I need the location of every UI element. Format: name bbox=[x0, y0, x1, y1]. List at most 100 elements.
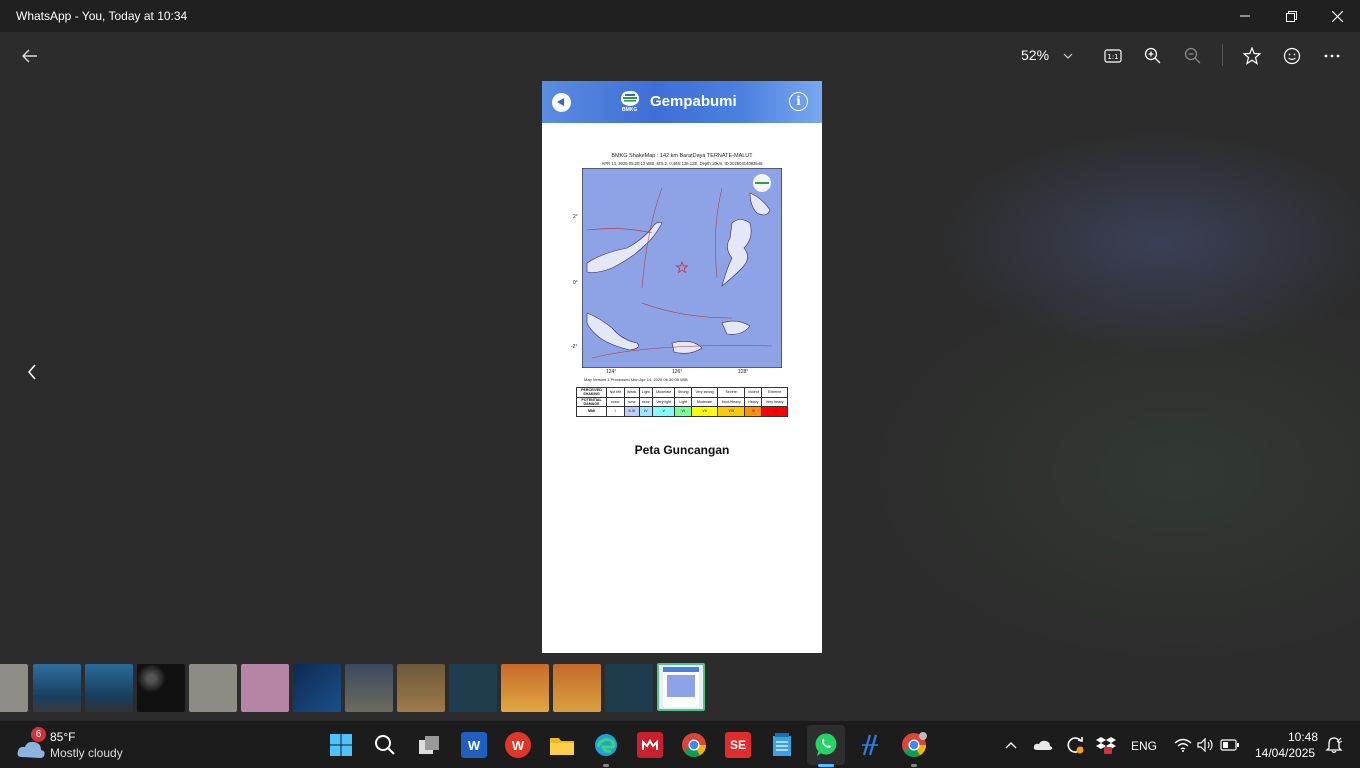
wps-app[interactable]: W bbox=[505, 732, 531, 758]
filmstrip-thumb[interactable] bbox=[345, 664, 393, 712]
notepad-app[interactable] bbox=[769, 732, 795, 758]
dropbox-tray[interactable] bbox=[1093, 732, 1119, 758]
mmi-cell: IX bbox=[744, 406, 763, 417]
mmi-cell: VIII bbox=[717, 406, 746, 417]
filmstrip-thumb[interactable] bbox=[397, 664, 445, 712]
battery-icon bbox=[1220, 739, 1239, 751]
whatsapp-icon bbox=[815, 733, 837, 756]
back-button[interactable] bbox=[18, 44, 42, 68]
filmstrip-thumb[interactable] bbox=[85, 664, 133, 712]
file-explorer-app[interactable] bbox=[549, 732, 575, 758]
running-indicator bbox=[603, 764, 609, 767]
language-indicator[interactable]: ENG bbox=[1131, 739, 1157, 753]
volume-tray[interactable] bbox=[1193, 732, 1219, 758]
folder-icon bbox=[550, 738, 574, 755]
clock-date[interactable]: 14/04/2025 bbox=[1255, 746, 1315, 760]
mmi-cell: Light bbox=[674, 396, 693, 407]
sync-tray[interactable] bbox=[1062, 732, 1088, 758]
zoom-out-button[interactable] bbox=[1181, 44, 1205, 68]
app-header: BMKG Gempabumi i bbox=[542, 81, 822, 123]
emoji-icon bbox=[1283, 47, 1301, 65]
mmi-legend-table: PERCEIVED SHAKING Not felt Weak Light Modera… bbox=[576, 387, 788, 417]
filmstrip-thumb[interactable] bbox=[449, 664, 497, 712]
mmi-cell: Mod./Heavy bbox=[717, 396, 746, 407]
more-options-button[interactable] bbox=[1320, 44, 1344, 68]
wps-icon: W bbox=[511, 737, 525, 753]
header-back-button bbox=[552, 93, 571, 112]
filmstrip-thumb[interactable] bbox=[241, 664, 289, 712]
clock-time[interactable]: 10:48 bbox=[1288, 730, 1318, 744]
lon-tick: 124° bbox=[606, 369, 617, 375]
start-button[interactable] bbox=[328, 732, 354, 758]
filmstrip-thumb[interactable] bbox=[553, 664, 601, 712]
lon-tick: 128° bbox=[738, 369, 749, 375]
mmi-cell: Violent bbox=[744, 387, 763, 398]
zoom-dropdown[interactable] bbox=[1056, 44, 1080, 68]
task-view-icon bbox=[419, 736, 439, 754]
mmi-cell: none bbox=[623, 396, 640, 407]
map-subtitle: APR 14, 2025 05:20:13 WIB, M:5.2, 0.46N … bbox=[601, 161, 763, 166]
thumbnail-preview-icon bbox=[663, 667, 699, 707]
sync-icon bbox=[1067, 737, 1084, 754]
chrome-profile-app[interactable] bbox=[901, 732, 927, 758]
svg-text:1:1: 1:1 bbox=[1107, 53, 1118, 61]
close-button[interactable] bbox=[1314, 0, 1360, 32]
react-button[interactable] bbox=[1280, 44, 1304, 68]
filmstrip-thumb[interactable] bbox=[605, 664, 653, 712]
zoom-in-icon bbox=[1144, 47, 1161, 64]
sz-app[interactable]: SE bbox=[725, 732, 751, 758]
mmi-row-label: POTENTIAL DAMAGE bbox=[576, 396, 607, 407]
pen-app[interactable] bbox=[857, 732, 883, 758]
filmstrip-thumb[interactable] bbox=[293, 664, 341, 712]
mmi-cell: VII bbox=[691, 406, 719, 417]
mmi-row-label: MMI bbox=[576, 406, 607, 417]
show-hidden-icons-button[interactable] bbox=[998, 732, 1024, 758]
whatsapp-app[interactable] bbox=[807, 725, 845, 765]
bell-icon bbox=[1325, 737, 1343, 754]
zoom-out-icon bbox=[1184, 47, 1201, 64]
wifi-icon bbox=[1174, 738, 1192, 752]
onedrive-tray[interactable] bbox=[1030, 732, 1056, 758]
filmstrip-thumb[interactable] bbox=[189, 664, 237, 712]
mmi-cell: Moderate bbox=[652, 387, 676, 398]
edge-icon bbox=[595, 734, 617, 756]
filmstrip-thumb-active[interactable] bbox=[657, 663, 705, 711]
battery-tray[interactable] bbox=[1217, 732, 1243, 758]
mmi-cell: none bbox=[606, 396, 625, 407]
mmi-cell: Heavy bbox=[744, 396, 763, 407]
filmstrip-thumb[interactable] bbox=[501, 664, 549, 712]
mendeley-app[interactable] bbox=[637, 732, 663, 758]
mmi-cell: none bbox=[638, 396, 654, 407]
previous-image-button[interactable] bbox=[20, 360, 44, 384]
mmi-cell: Very light bbox=[652, 396, 676, 407]
lat-tick: 2° bbox=[573, 214, 578, 220]
search-button[interactable] bbox=[372, 732, 398, 758]
map-title-block: BMKG ShakeMap : 142 km BaratDaya TERNATE… bbox=[572, 153, 792, 167]
window-title: WhatsApp - You, Today at 10:34 bbox=[16, 9, 188, 23]
chrome-app[interactable] bbox=[681, 732, 707, 758]
mmi-cell: Very strong bbox=[691, 387, 719, 398]
favorite-button[interactable] bbox=[1240, 44, 1264, 68]
restore-button[interactable] bbox=[1268, 0, 1314, 32]
filmstrip-thumb[interactable] bbox=[0, 664, 28, 712]
pen-icon bbox=[862, 734, 878, 756]
mmi-cell: Extreme bbox=[761, 387, 788, 398]
zoom-in-button[interactable] bbox=[1141, 44, 1165, 68]
more-icon bbox=[1324, 54, 1340, 58]
notepad-icon bbox=[773, 733, 791, 756]
task-view-button[interactable] bbox=[417, 732, 443, 758]
filmstrip-thumb[interactable] bbox=[137, 664, 185, 712]
actual-size-button[interactable]: 1:1 bbox=[1101, 44, 1125, 68]
windows-icon bbox=[330, 734, 352, 756]
map-version: Map Version 1 Processed Mon Apr 14, 2025… bbox=[584, 377, 688, 382]
restore-icon bbox=[1285, 10, 1297, 22]
word-app[interactable]: W bbox=[461, 732, 487, 758]
image-caption: Peta Guncangan bbox=[634, 443, 730, 457]
toolbar-divider bbox=[1222, 44, 1223, 66]
active-indicator bbox=[818, 764, 834, 767]
edge-app[interactable] bbox=[593, 732, 619, 758]
minimize-button[interactable] bbox=[1222, 0, 1268, 32]
filmstrip-thumb[interactable] bbox=[33, 664, 81, 712]
notifications-button[interactable] bbox=[1321, 732, 1347, 758]
zoom-level[interactable]: 52% bbox=[1021, 47, 1049, 63]
